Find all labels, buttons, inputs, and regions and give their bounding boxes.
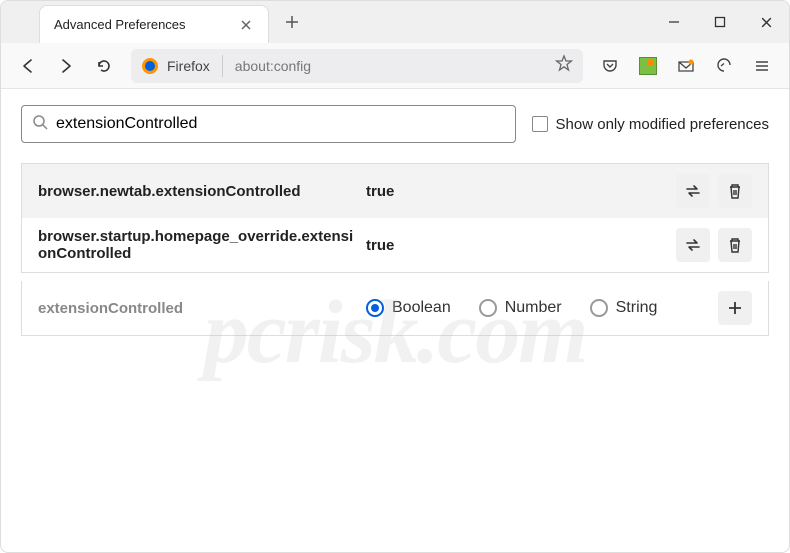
url-bar[interactable]: Firefox about:config (131, 49, 583, 83)
pref-row: browser.startup.homepage_override.extens… (22, 218, 768, 272)
radio-boolean[interactable]: Boolean (366, 299, 451, 317)
content-area: Show only modified preferences browser.n… (1, 89, 789, 352)
pref-name: browser.startup.homepage_override.extens… (38, 228, 358, 262)
pocket-icon[interactable] (593, 49, 627, 83)
menu-button[interactable] (745, 49, 779, 83)
toggle-button[interactable] (676, 174, 710, 208)
radio-string[interactable]: String (590, 299, 658, 317)
type-radio-group: Boolean Number String (366, 299, 710, 317)
pref-value: true (366, 237, 668, 254)
nav-toolbar: Firefox about:config (1, 43, 789, 89)
reload-button[interactable] (87, 49, 121, 83)
urlbar-label: Firefox (167, 58, 210, 74)
extension-icon[interactable] (631, 49, 665, 83)
browser-tab[interactable]: Advanced Preferences (39, 5, 269, 43)
titlebar: Advanced Preferences (1, 1, 789, 43)
firefox-logo-icon (141, 57, 159, 75)
radio-icon (479, 299, 497, 317)
shield-icon[interactable] (707, 49, 741, 83)
tab-title: Advanced Preferences (54, 17, 186, 32)
pref-row: browser.newtab.extensionControlled true (22, 164, 768, 218)
pref-name: browser.newtab.extensionControlled (38, 183, 358, 200)
url-separator (222, 55, 223, 77)
new-pref-row: extensionControlled Boolean Number Strin… (21, 281, 769, 336)
radio-icon (590, 299, 608, 317)
url-text: about:config (235, 58, 547, 74)
radio-icon (366, 299, 384, 317)
search-input[interactable] (56, 115, 505, 133)
radio-label: Number (505, 299, 562, 317)
new-pref-name: extensionControlled (38, 300, 358, 317)
close-window-button[interactable] (743, 1, 789, 43)
close-tab-icon[interactable] (238, 17, 254, 33)
delete-button[interactable] (718, 228, 752, 262)
back-button[interactable] (11, 49, 45, 83)
checkbox-label-text: Show only modified preferences (556, 116, 769, 133)
show-modified-checkbox[interactable]: Show only modified preferences (532, 116, 769, 133)
maximize-button[interactable] (697, 1, 743, 43)
pref-value: true (366, 183, 668, 200)
toggle-button[interactable] (676, 228, 710, 262)
mail-icon[interactable] (669, 49, 703, 83)
forward-button[interactable] (49, 49, 83, 83)
new-tab-button[interactable] (277, 7, 307, 37)
radio-label: String (616, 299, 658, 317)
add-button[interactable] (718, 291, 752, 325)
prefs-table: browser.newtab.extensionControlled true … (21, 163, 769, 273)
radio-label: Boolean (392, 299, 451, 317)
delete-button[interactable] (718, 174, 752, 208)
search-box[interactable] (21, 105, 516, 143)
search-icon (32, 114, 48, 135)
checkbox-icon (532, 116, 548, 132)
radio-number[interactable]: Number (479, 299, 562, 317)
minimize-button[interactable] (651, 1, 697, 43)
bookmark-star-icon[interactable] (555, 54, 573, 77)
